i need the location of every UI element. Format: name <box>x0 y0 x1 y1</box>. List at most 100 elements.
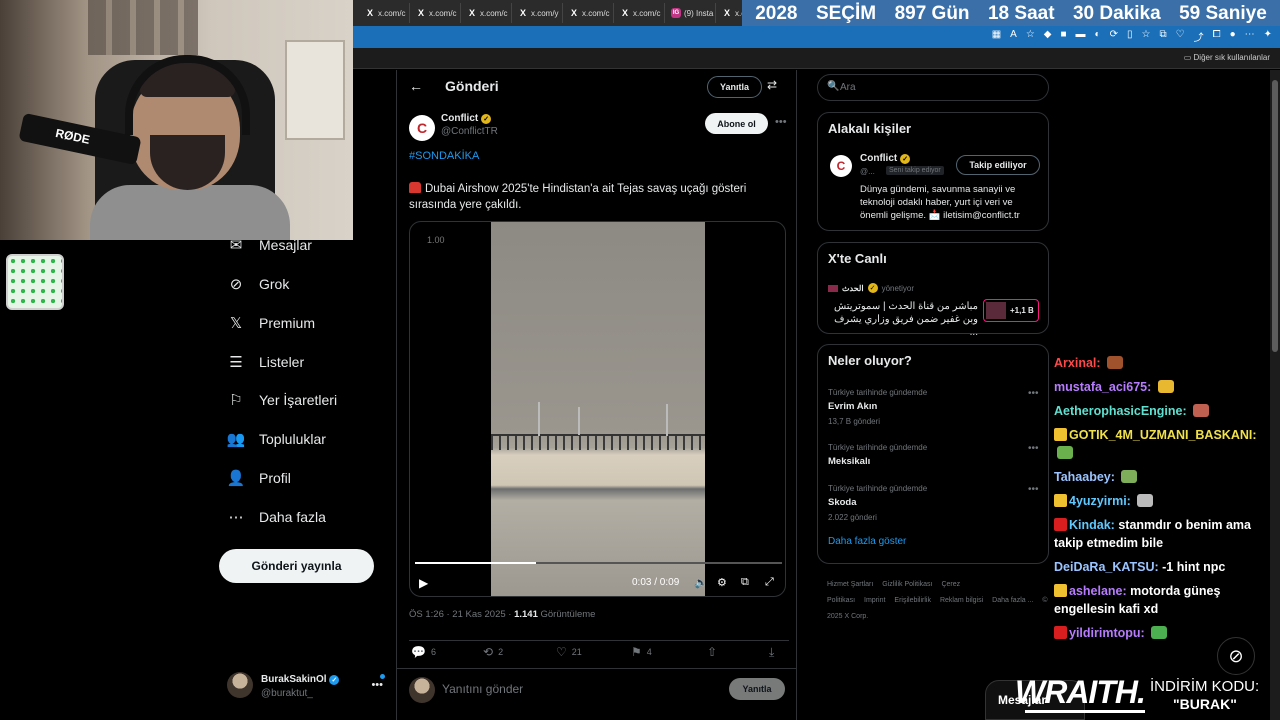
fullscreen-icon[interactable]: ⤢ <box>765 576 774 589</box>
extension-icon[interactable]: ■ <box>1060 29 1066 44</box>
nav-item-topluluklar[interactable]: 👥 Topluluklar <box>227 430 326 448</box>
reply-action[interactable]: 💬 6 <box>411 645 436 659</box>
chat-emote-icon <box>1121 470 1138 483</box>
nav-item-yer-i-şaretleri[interactable]: ⚐ Yer İşaretleri <box>227 391 337 409</box>
split-screen-icon[interactable]: ▯ <box>1127 29 1133 44</box>
footer-link[interactable]: Hizmet Şartları <box>827 581 873 588</box>
account-more-icon[interactable]: ••• <box>371 679 383 691</box>
settings-icon[interactable]: ⚙ <box>717 576 727 589</box>
chat-username[interactable]: yildirimtopu: <box>1069 626 1145 640</box>
show-more-link[interactable]: Daha fazla göster <box>828 536 906 547</box>
footer-link[interactable]: Gizlilik Politikası <box>882 581 932 588</box>
apps-icon[interactable]: ▦ <box>992 29 1001 44</box>
video-player[interactable]: 1.00 ▶ 0:03 / 0:09 🔈 ⚙ ⧉ ⤢ <box>409 221 786 597</box>
menu-dots-icon[interactable]: ⋯ <box>1245 29 1255 44</box>
chat-username[interactable]: mustafa_aci675: <box>1054 380 1151 394</box>
chat-username[interactable]: GOTIK_4M_UZMANI_BASKANI: <box>1069 428 1257 442</box>
trend-count: 13,7 B gönderi <box>828 417 881 426</box>
reply-submit-button[interactable]: Yanıtla <box>729 678 785 700</box>
play-icon[interactable]: ▶ <box>419 576 428 590</box>
read-aloud-icon[interactable]: A <box>1010 29 1017 44</box>
trend-more-icon[interactable]: ••• <box>1028 388 1039 399</box>
back-arrow-icon[interactable]: ← <box>409 78 423 94</box>
extension-icon[interactable]: ◆ <box>1044 29 1052 44</box>
collections-icon[interactable]: ⧉ <box>1159 29 1166 44</box>
volume-icon[interactable]: 🔈 <box>694 576 708 589</box>
share-icon[interactable]: ⤴ <box>1194 29 1204 44</box>
search-input[interactable]: Ara <box>840 82 856 93</box>
live-stream-title[interactable]: مباشر من قناة الحدث | سموتريتش وبن غفير … <box>828 300 978 339</box>
chat-username[interactable]: AetherophasicEngine: <box>1054 404 1187 418</box>
browser-tab[interactable]: Xx.com/c <box>359 3 410 23</box>
like-action[interactable]: ♡ 21 <box>556 645 582 659</box>
browser-tab[interactable]: Xx.com/c <box>461 3 512 23</box>
chat-username[interactable]: DeiDaRa_KATSU: <box>1054 560 1159 574</box>
reply-top-button[interactable]: Yanıtla <box>707 76 762 98</box>
footer-link[interactable]: Reklam bilgisi <box>940 597 983 604</box>
hashtag-link[interactable]: #SONDAKİKA <box>409 150 479 162</box>
account-switcher[interactable]: BurakSakinOl ✓ @buraktut_ ••• <box>227 672 387 702</box>
author-name-text: Conflict <box>441 113 479 124</box>
browser-tab[interactable]: IG (9) Insta <box>665 3 716 23</box>
chat-message: Kindak: stanmdır o benim ama takip etmed… <box>1054 516 1270 552</box>
chat-username[interactable]: Tahaabey: <box>1054 470 1115 484</box>
browser-tab[interactable]: Xx.com/c <box>614 3 665 23</box>
scrollbar-thumb[interactable] <box>1272 80 1278 352</box>
extension-icon[interactable]: ◐ <box>1095 29 1101 44</box>
browser-tab[interactable]: Xx.com/y <box>512 3 563 23</box>
heart-icon[interactable]: ♡ <box>1176 29 1185 44</box>
tab-icon[interactable]: ⧠ <box>1213 29 1221 44</box>
live-thumbnail[interactable]: +1,1 B <box>983 299 1039 322</box>
nav-item-label: Topluluklar <box>259 431 326 447</box>
repost-action[interactable]: ⟲ 2 <box>483 645 503 659</box>
subscribe-button[interactable]: Abone ol <box>705 113 768 134</box>
extension-icon[interactable]: ▬ <box>1076 29 1086 44</box>
post-button[interactable]: Gönderi yayınla <box>219 549 374 583</box>
footer-link[interactable]: Erişilebilirlik <box>894 597 931 604</box>
trend-context: Türkiye tarihinde gündemde <box>828 443 928 452</box>
nav-item-label: Grok <box>259 276 290 292</box>
search-box[interactable]: 🔍 Ara <box>817 74 1049 101</box>
browser-tab[interactable]: Xx.com/c <box>410 3 461 23</box>
following-button[interactable]: Takip ediliyor <box>956 155 1040 175</box>
nav-item-grok[interactable]: ⊘ Grok <box>227 275 290 293</box>
webcam-whiteboard <box>285 40 345 140</box>
author-name[interactable]: Conflict ✓ <box>441 113 492 124</box>
footer-link[interactable]: Daha fazla ... <box>992 597 1033 604</box>
page-scrollbar[interactable] <box>1270 70 1280 720</box>
favorite-star-icon[interactable]: ☆ <box>1026 29 1035 44</box>
picture-in-picture-icon[interactable]: ⧉ <box>741 576 749 589</box>
reply-input[interactable]: Yanıtını gönder <box>442 682 523 696</box>
relevant-avatar[interactable]: C <box>830 155 852 177</box>
relevant-name[interactable]: Conflict ✓ <box>860 153 911 164</box>
webcam-shirt <box>90 185 290 240</box>
chat-username[interactable]: Kindak: <box>1069 518 1115 532</box>
trend-more-icon[interactable]: ••• <box>1028 484 1039 495</box>
nav-item-daha-fazla[interactable]: ⋯ Daha fazla <box>227 508 326 526</box>
nav-item-profil[interactable]: 👤 Profil <box>227 469 291 487</box>
footer-link[interactable]: Imprint <box>864 597 885 604</box>
bookmark-action[interactable]: ⚑ 4 <box>631 645 652 659</box>
share-action[interactable]: ⇧ <box>707 645 717 659</box>
refresh-icon[interactable]: ⟳ <box>1110 29 1118 44</box>
browser-tab[interactable]: Xx.com/c <box>563 3 614 23</box>
chat-username[interactable]: Arxinal: <box>1054 356 1101 370</box>
author-avatar[interactable]: C <box>409 115 435 141</box>
video-progress-bar[interactable] <box>415 562 782 564</box>
chat-username[interactable]: 4yuzyirmi: <box>1069 494 1131 508</box>
chat-message: Arxinal: <box>1054 354 1270 372</box>
other-bookmarks-folder[interactable]: ▭ Diğer sık kullanılanlar <box>1184 53 1270 62</box>
nav-item-mesajlar[interactable]: ✉ Mesajlar <box>227 236 312 254</box>
address-bar: ▦ A ☆ ◆ ■ ▬ ◐ ⟳ ▯ ☆ ⧉ ♡ ⤴ ⧠ ● ⋯ ✦ <box>353 26 1280 48</box>
copilot-icon[interactable]: ✦ <box>1264 29 1272 44</box>
nav-item-premium[interactable]: 𝕏 Premium <box>227 314 315 332</box>
tune-icon[interactable]: ⇄ <box>767 78 777 92</box>
post-more-icon[interactable]: ••• <box>775 116 787 128</box>
profile-avatar-icon[interactable]: ● <box>1230 29 1236 44</box>
download-action[interactable]: ⤓ <box>769 645 774 660</box>
nav-item-listeler[interactable]: ☰ Listeler <box>227 353 304 371</box>
author-handle[interactable]: @ConflictTR <box>441 126 498 137</box>
trend-more-icon[interactable]: ••• <box>1028 443 1039 454</box>
favorites-icon[interactable]: ☆ <box>1141 29 1150 44</box>
chat-username[interactable]: ashelane: <box>1069 584 1127 598</box>
